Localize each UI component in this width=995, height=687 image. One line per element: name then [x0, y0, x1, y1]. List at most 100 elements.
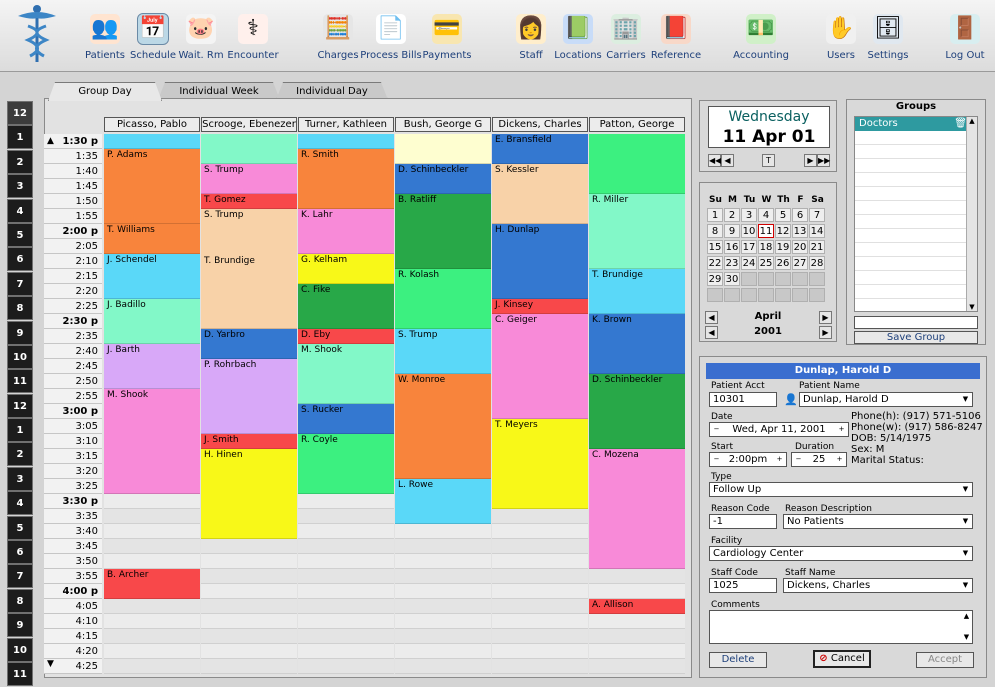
- empty-time-slot[interactable]: [298, 494, 394, 509]
- empty-time-slot[interactable]: [395, 659, 491, 674]
- plus-icon[interactable]: +: [836, 424, 847, 435]
- calendar-day[interactable]: 1: [707, 208, 723, 222]
- hour-strip-cell[interactable]: 8: [7, 588, 33, 613]
- calendar-day[interactable]: 21: [809, 240, 825, 254]
- patient-name-select[interactable]: Dunlap, Harold D ▼: [799, 392, 973, 407]
- accept-button[interactable]: Accept: [916, 652, 974, 668]
- appointment-block[interactable]: D. Eby: [298, 329, 394, 344]
- next-day-button[interactable]: ▶: [804, 154, 817, 167]
- first-day-button[interactable]: ◀◀: [708, 154, 721, 167]
- appointment-block[interactable]: T. Brundige: [201, 255, 297, 269]
- appointment-block[interactable]: B. Ratliff: [395, 194, 491, 269]
- start-time-field[interactable]: − 2:00pm +: [709, 452, 787, 467]
- appointment-block[interactable]: B. Archer: [104, 569, 200, 599]
- hour-strip-cell[interactable]: 2: [7, 149, 33, 174]
- type-select[interactable]: Follow Up ▼: [709, 482, 973, 497]
- hour-strip-cell[interactable]: 1: [7, 125, 33, 150]
- last-day-button[interactable]: ▶▶: [817, 154, 830, 167]
- calendar-day[interactable]: 20: [792, 240, 808, 254]
- empty-time-slot[interactable]: [395, 569, 491, 584]
- empty-time-slot[interactable]: [298, 509, 394, 524]
- empty-time-slot[interactable]: [395, 599, 491, 614]
- appointment-block[interactable]: C. Geiger: [492, 314, 588, 419]
- prev-day-button[interactable]: ◀: [721, 154, 734, 167]
- empty-time-slot[interactable]: [201, 614, 297, 629]
- empty-time-slot[interactable]: [201, 539, 297, 554]
- appointment-block[interactable]: S. Trump: [201, 164, 297, 194]
- hour-strip-cell[interactable]: 3: [7, 174, 33, 199]
- staff-column-header[interactable]: Bush, George G: [395, 117, 491, 132]
- group-name-input[interactable]: [854, 316, 978, 329]
- appointment-block[interactable]: [298, 134, 394, 149]
- hour-strip-cell[interactable]: 5: [7, 515, 33, 540]
- empty-time-slot[interactable]: [104, 524, 200, 539]
- appointment-block[interactable]: S. Trump: [201, 209, 297, 329]
- empty-time-slot[interactable]: [201, 644, 297, 659]
- hour-strip-cell[interactable]: 7: [7, 564, 33, 589]
- appointment-block[interactable]: S. Rucker: [298, 404, 394, 434]
- calendar-day[interactable]: 13: [792, 224, 808, 238]
- empty-time-slot[interactable]: [395, 584, 491, 599]
- empty-time-slot[interactable]: [104, 494, 200, 509]
- empty-time-slot[interactable]: [492, 539, 588, 554]
- appointment-block[interactable]: D. Yarbro: [201, 329, 297, 359]
- hour-strip-cell[interactable]: 10: [7, 637, 33, 662]
- appointment-block[interactable]: K. Brown: [589, 314, 685, 374]
- hour-strip-cell[interactable]: 12: [7, 393, 33, 418]
- appointment-block[interactable]: R. Kolash: [395, 269, 491, 329]
- minus-icon[interactable]: −: [711, 454, 722, 465]
- empty-time-slot[interactable]: [589, 569, 685, 584]
- toolbar-logout-button[interactable]: 🚪 Log Out: [942, 14, 988, 66]
- minus-icon[interactable]: −: [711, 424, 722, 435]
- cancel-button[interactable]: ⊘ Cancel: [813, 650, 871, 668]
- toolbar-staff-button[interactable]: 👩 Staff: [512, 14, 550, 66]
- appointment-date-field[interactable]: − Wed, Apr 11, 2001 +: [709, 422, 849, 437]
- staff-column-header[interactable]: Scrooge, Ebenezer: [201, 117, 297, 132]
- hour-strip-cell[interactable]: 4: [7, 198, 33, 223]
- calendar-day[interactable]: 6: [792, 208, 808, 222]
- empty-time-slot[interactable]: [201, 659, 297, 674]
- appointment-block[interactable]: P. Rohrbach: [201, 359, 297, 434]
- appointment-block[interactable]: T. Brundige: [589, 269, 685, 314]
- empty-time-slot[interactable]: [589, 614, 685, 629]
- empty-time-slot[interactable]: [298, 614, 394, 629]
- appointment-block[interactable]: J. Kinsey: [492, 299, 588, 314]
- calendar-day[interactable]: 10: [741, 224, 757, 238]
- appointment-block[interactable]: T. Williams: [104, 224, 200, 254]
- calendar-day[interactable]: 24: [741, 256, 757, 270]
- toolbar-locations-button[interactable]: 📗 Locations: [551, 14, 605, 66]
- empty-time-slot[interactable]: [492, 659, 588, 674]
- calendar-day[interactable]: 3: [741, 208, 757, 222]
- toolbar-charges-button[interactable]: 🧮 Charges: [314, 14, 362, 66]
- appointment-block[interactable]: [201, 134, 297, 164]
- hour-strip-cell[interactable]: 7: [7, 271, 33, 296]
- calendar-day[interactable]: 30: [724, 272, 740, 286]
- hour-strip-cell[interactable]: 1: [7, 418, 33, 443]
- appointment-block[interactable]: G. Kelham: [298, 254, 394, 284]
- empty-time-slot[interactable]: [395, 614, 491, 629]
- toolbar-accounting-button[interactable]: 💵 Accounting: [730, 14, 792, 66]
- hour-strip-cell[interactable]: 8: [7, 296, 33, 321]
- empty-time-slot[interactable]: [104, 629, 200, 644]
- empty-time-slot[interactable]: [201, 554, 297, 569]
- reason-code-field[interactable]: -1: [709, 514, 777, 529]
- toolbar-carriers-button[interactable]: 🏢 Carriers: [602, 14, 650, 66]
- appointment-block[interactable]: R. Miller: [589, 194, 685, 269]
- appointment-block[interactable]: [589, 134, 685, 194]
- empty-time-slot[interactable]: [201, 629, 297, 644]
- delete-button[interactable]: Delete: [709, 652, 767, 668]
- calendar-day[interactable]: 14: [809, 224, 825, 238]
- save-group-button[interactable]: Save Group: [854, 331, 978, 344]
- appointment-block[interactable]: D. Schinbeckler: [589, 374, 685, 449]
- hour-strip-cell[interactable]: 12: [7, 101, 33, 125]
- groups-list[interactable]: Doctors 🗑 ▲ ▼: [854, 116, 978, 312]
- empty-time-slot[interactable]: [492, 584, 588, 599]
- empty-time-slot[interactable]: [298, 584, 394, 599]
- appointment-block[interactable]: H. Hinen: [201, 449, 297, 539]
- calendar-day[interactable]: 16: [724, 240, 740, 254]
- groups-item-doctors[interactable]: Doctors 🗑: [855, 117, 977, 131]
- empty-time-slot[interactable]: [298, 644, 394, 659]
- calendar-day[interactable]: 17: [741, 240, 757, 254]
- staff-column-header[interactable]: Patton, George: [589, 117, 685, 132]
- staff-column-header[interactable]: Picasso, Pablo: [104, 117, 200, 132]
